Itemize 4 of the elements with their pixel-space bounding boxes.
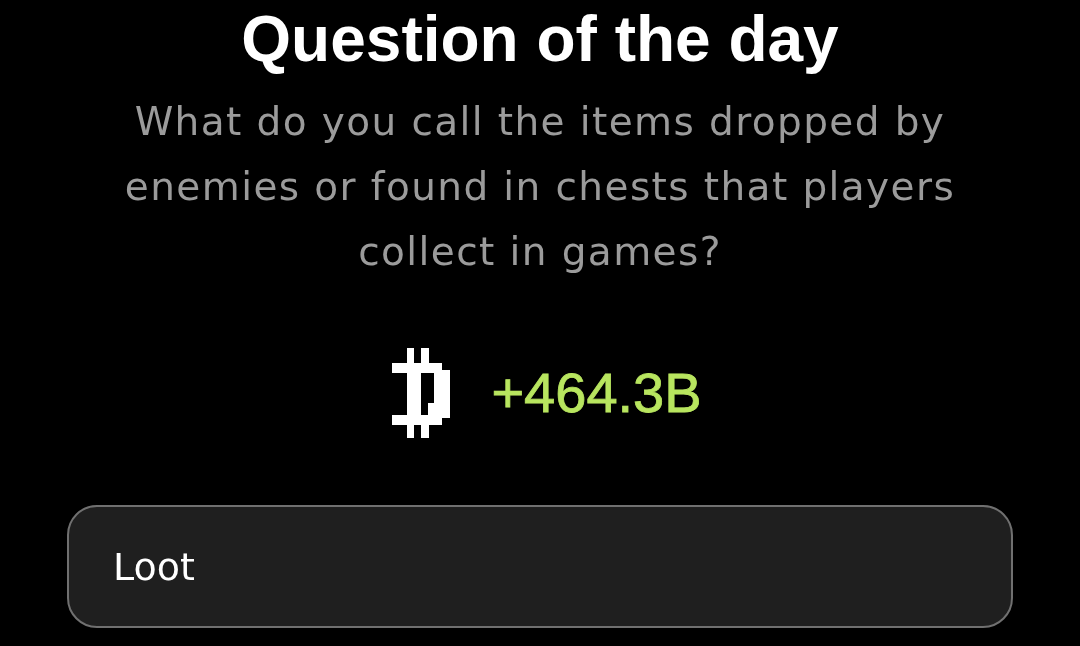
currency-sign-icon [392,348,451,438]
question-text: What do you call the items dropped by enemies or found in chests that players collect in games? [123,98,957,276]
reward-amount: +464.3B [491,363,702,423]
answer-field[interactable]: Loot [67,505,1013,628]
